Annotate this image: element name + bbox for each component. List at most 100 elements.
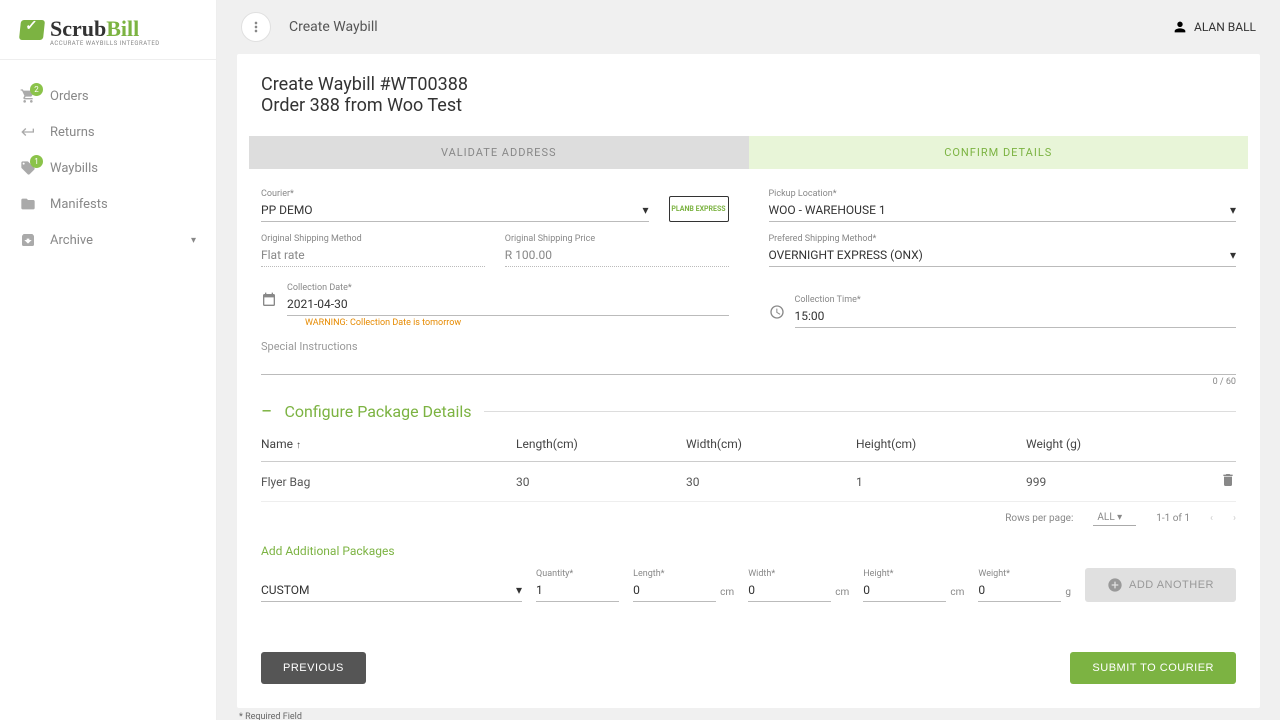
archive-icon: [20, 232, 36, 248]
orig-price-value: R 100.00: [505, 244, 729, 267]
qty-label: Quantity*: [536, 569, 619, 579]
th-length[interactable]: Length(cm): [516, 437, 686, 451]
step-confirm[interactable]: CONFIRM DETAILS: [749, 136, 1249, 169]
add-packages-title: Add Additional Packages: [237, 534, 1260, 568]
calendar-icon: [261, 292, 277, 316]
nav: 2 Orders Returns 1 Waybills: [0, 70, 216, 266]
trash-icon: [1220, 472, 1236, 488]
tags-icon: 1: [20, 160, 36, 176]
th-height[interactable]: Height(cm): [856, 437, 1026, 451]
cart-icon: 2: [20, 88, 36, 104]
package-type-select[interactable]: CUSTOM▾: [261, 579, 522, 602]
more-vert-icon: [248, 19, 264, 35]
height-input[interactable]: 0: [863, 579, 946, 602]
topbar: Create Waybill ALAN BALL: [217, 0, 1280, 54]
th-width[interactable]: Width(cm): [686, 437, 856, 451]
dropdown-icon: ▾: [1230, 248, 1236, 262]
length-input[interactable]: 0: [633, 579, 716, 602]
unit: cm: [950, 587, 964, 602]
pickup-select[interactable]: WOO - WAREHOUSE 1▾: [769, 199, 1237, 222]
coll-date-label: Collection Date*: [287, 283, 729, 293]
courier-label: Courier*: [261, 189, 649, 199]
user-menu[interactable]: ALAN BALL: [1172, 19, 1256, 35]
dropdown-icon: ▾: [642, 203, 648, 217]
return-icon: [20, 124, 36, 140]
waybills-badge: 1: [30, 155, 43, 168]
courier-logo: PLANB EXPRESS: [669, 196, 729, 222]
nav-waybills[interactable]: 1 Waybills: [0, 150, 216, 186]
logo-mark-icon: [19, 20, 45, 40]
courier-select[interactable]: PP DEMO▾: [261, 199, 649, 222]
next-page-button[interactable]: ›: [1233, 513, 1236, 524]
cell-weight: 999: [1026, 475, 1196, 489]
pref-method-select[interactable]: OVERNIGHT EXPRESS (ONX)▾: [769, 244, 1237, 267]
dropdown-icon: ▾: [516, 583, 522, 597]
page-range: 1-1 of 1: [1156, 513, 1190, 524]
person-icon: [1172, 19, 1188, 35]
nav-label: Waybills: [50, 161, 98, 176]
nav-returns[interactable]: Returns: [0, 114, 216, 150]
delete-row-button[interactable]: [1196, 472, 1236, 491]
cell-name: Flyer Bag: [261, 475, 516, 489]
main: Create Waybill ALAN BALL Create Waybill …: [217, 0, 1280, 720]
nav-label: Returns: [50, 125, 95, 140]
weight-label: Weight*: [978, 569, 1061, 579]
pagination: Rows per page: ALL ▾ 1-1 of 1 ‹ ›: [237, 502, 1260, 534]
add-another-button[interactable]: ADD ANOTHER: [1085, 568, 1236, 602]
pickup-label: Pickup Location*: [769, 189, 1237, 199]
chevron-down-icon: ▾: [191, 235, 196, 246]
th-weight[interactable]: Weight (g): [1026, 437, 1196, 451]
logo: ScrubBill ACCURATE WAYBILLS INTEGRATED: [0, 18, 216, 60]
orig-method-value: Flat rate: [261, 244, 485, 267]
logo-tagline: ACCURATE WAYBILLS INTEGRATED: [20, 40, 196, 47]
plus-circle-icon: [1107, 577, 1123, 593]
page-title-2: Order 388 from Woo Test: [261, 95, 1236, 116]
coll-date-input[interactable]: 2021-04-30: [287, 293, 729, 316]
dropdown-icon: ▾: [1230, 203, 1236, 217]
nav-label: Manifests: [50, 197, 108, 212]
nav-archive[interactable]: Archive ▾: [0, 222, 216, 258]
coll-time-label: Collection Time*: [795, 295, 1237, 305]
sort-up-icon: ↑: [296, 440, 301, 451]
table-row: Flyer Bag 30 30 1 999: [261, 462, 1236, 502]
unit: cm: [720, 587, 734, 602]
nav-label: Archive: [50, 233, 93, 248]
menu-button[interactable]: [241, 12, 271, 42]
width-label: Width*: [748, 569, 831, 579]
cell-width: 30: [686, 475, 856, 489]
special-count: 0 / 60: [237, 377, 1260, 387]
coll-date-warning: WARNING: Collection Date is tomorrow: [261, 318, 729, 328]
width-input[interactable]: 0: [748, 579, 831, 602]
folder-icon: [20, 196, 36, 212]
sidebar: ScrubBill ACCURATE WAYBILLS INTEGRATED 2…: [0, 0, 217, 720]
pref-method-label: Prefered Shipping Method*: [769, 234, 1237, 244]
card: Create Waybill #WT00388 Order 388 from W…: [237, 54, 1260, 708]
rpp-select[interactable]: ALL ▾: [1093, 510, 1136, 526]
step-validate[interactable]: VALIDATE ADDRESS: [249, 136, 749, 169]
orig-price-label: Original Shipping Price: [505, 234, 729, 244]
topbar-title: Create Waybill: [289, 19, 378, 35]
cell-height: 1: [856, 475, 1026, 489]
nav-label: Orders: [50, 89, 89, 104]
unit: cm: [835, 587, 849, 602]
cell-length: 30: [516, 475, 686, 489]
qty-input[interactable]: 1: [536, 579, 619, 602]
user-name: ALAN BALL: [1194, 20, 1256, 34]
previous-button[interactable]: PREVIOUS: [261, 652, 366, 684]
submit-button[interactable]: SUBMIT TO COURIER: [1070, 652, 1236, 684]
special-input[interactable]: [261, 353, 1236, 375]
collapse-icon[interactable]: −: [261, 401, 272, 421]
prev-page-button[interactable]: ‹: [1210, 513, 1213, 524]
unit: g: [1065, 587, 1071, 602]
th-name[interactable]: Name ↑: [261, 437, 516, 451]
coll-time-input[interactable]: 15:00: [795, 305, 1237, 328]
nav-manifests[interactable]: Manifests: [0, 186, 216, 222]
steps: VALIDATE ADDRESS CONFIRM DETAILS: [249, 136, 1248, 169]
page-title-1: Create Waybill #WT00388: [261, 74, 1236, 95]
height-label: Height*: [863, 569, 946, 579]
nav-orders[interactable]: 2 Orders: [0, 78, 216, 114]
table-header: Name ↑ Length(cm) Width(cm) Height(cm) W…: [261, 427, 1236, 462]
length-label: Length*: [633, 569, 716, 579]
divider: [484, 411, 1236, 412]
weight-input[interactable]: 0: [978, 579, 1061, 602]
